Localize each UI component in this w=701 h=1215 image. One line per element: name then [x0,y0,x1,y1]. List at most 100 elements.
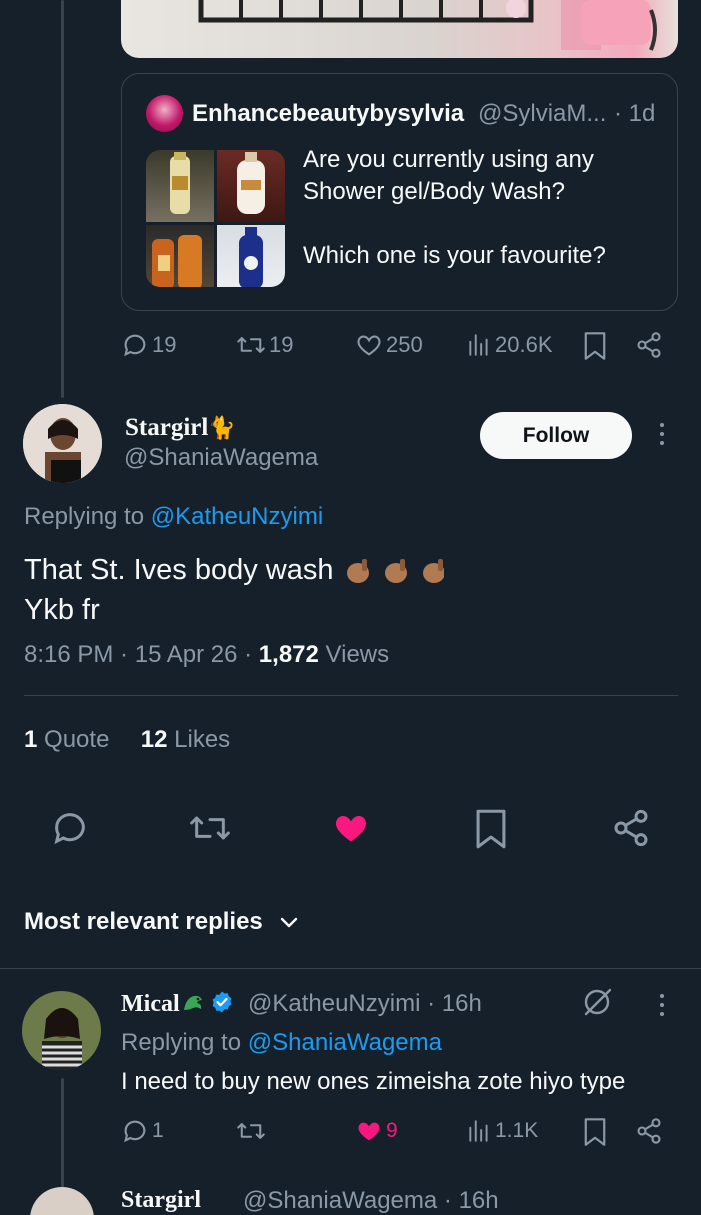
next-reply-author-name[interactable]: Stargirl [121,1187,201,1214]
next-reply-handle-text[interactable]: @ShaniaWagema [243,1187,437,1214]
quoted-media-grid[interactable] [146,150,285,287]
avatar-photo [23,404,102,483]
replying-to-link[interactable]: @ShaniaWagema [248,1029,442,1056]
follow-button[interactable]: Follow [480,412,632,459]
share-icon [637,1118,661,1144]
views-action[interactable]: 20.6K [466,331,553,359]
author-handle[interactable]: @ShaniaWagema [124,444,318,472]
author-avatar[interactable] [23,404,102,483]
bookmark-action[interactable] [582,331,608,361]
slash-circle-icon [584,988,612,1016]
reply-handle-text[interactable]: @KatheuNzyimi [248,990,420,1017]
heart-filled-icon [336,815,366,842]
media-thumb-bottle-2[interactable] [217,150,285,222]
retweet-icon [190,816,230,840]
author-name[interactable]: Stargirl🐈 [125,414,236,442]
tweet-date[interactable]: 15 Apr 26 [135,641,238,668]
reply-action[interactable]: 19 [121,331,176,359]
reply-button[interactable] [50,808,90,853]
grok-icon[interactable] [581,986,615,1023]
cat-emoji: 🐈 [208,415,236,440]
replies-sort-label: Most relevant replies [24,908,263,935]
retweet-action[interactable]: 19 [236,331,293,359]
media-thumb-bottle-1[interactable] [146,150,214,222]
replies-sort-dropdown[interactable]: Most relevant replies [24,908,301,936]
reply-more-options-icon[interactable] [660,994,664,1016]
views-icon [469,334,488,356]
replying-to-link[interactable]: @KatheuNzyimi [151,503,323,530]
retweet-action[interactable] [236,1117,266,1145]
quoted-author-name[interactable]: Enhancebeautybysylvia [192,100,464,128]
media-thumb-bottle-4[interactable] [217,225,285,287]
reply-icon [124,1120,146,1143]
share-icon [614,809,648,847]
reply-actions: 1 9 1.1K [121,1117,678,1149]
quoted-tweet-text: Are you currently using any Shower gel/B… [303,144,663,272]
tweet-text-line: Ykb fr [24,594,100,626]
quoted-author-avatar[interactable] [146,95,183,132]
tweet-meta: 8:16 PM · 15 Apr 26 · 1,872 Views [24,641,390,668]
verified-badge-icon[interactable] [210,990,234,1014]
quoted-author-handle: @SylviaM... [478,100,607,127]
shower-caddy-image [198,0,657,51]
reply-icon [54,813,85,845]
next-reply-handle: @ShaniaWagema · 16h [243,1187,499,1215]
engagement-counts: 1 Quote 12 Likes [24,726,230,754]
retweet-icon [237,1123,265,1139]
views-action[interactable]: 1.1K [466,1117,538,1145]
pinched-fingers-emoji [346,559,444,584]
quotes-link[interactable]: 1 Quote [24,726,109,753]
heart-icon [357,335,381,356]
like-button[interactable] [330,808,372,853]
like-count: 9 [386,1119,398,1142]
next-reply-avatar[interactable] [30,1187,94,1215]
like-action[interactable]: 9 [355,1117,398,1145]
retweet-count: 19 [269,332,294,357]
quoted-tweet-card[interactable]: Enhancebeautybysylvia @SylviaM... · 1d A… [121,73,678,311]
chevron-down-icon [280,917,297,928]
retweet-icon [237,337,265,353]
share-icon [637,332,661,358]
heart-filled-icon [358,1122,380,1141]
views-icon [469,1120,488,1142]
tweet-text-line: That St. Ives body wash [24,554,334,586]
like-action[interactable]: 250 [355,331,423,359]
author-name-text: Stargirl [125,414,209,441]
views-count: 1.1K [495,1119,539,1142]
bottle-image [239,227,263,287]
reply-icon [124,334,146,357]
reply-count: 19 [152,332,177,357]
reply-author-avatar[interactable] [22,991,101,1070]
quotes-label: Quote [44,726,110,753]
reply-count: 1 [152,1119,164,1142]
views-label: Views [325,641,390,668]
quoted-text-line: Which one is your favourite? [303,242,606,269]
bookmark-icon [584,1118,606,1146]
tweet-text: That St. Ives body wash Ykb fr [24,550,444,630]
share-button[interactable] [610,808,652,853]
more-options-icon[interactable] [660,423,664,445]
retweet-button[interactable] [188,808,232,853]
replying-to: Replying to @KatheuNzyimi [24,503,323,531]
bottle-image [237,152,265,214]
avatar-photo [22,991,101,1070]
bookmark-button[interactable] [472,808,510,855]
likes-link[interactable]: 12 Likes [141,726,230,753]
bookmark-action[interactable] [582,1117,608,1147]
reply-action[interactable]: 1 [121,1117,164,1145]
share-action[interactable] [635,331,663,359]
bookmark-icon [476,809,506,849]
dragon-emoji [183,995,202,1010]
parent-tweet-image[interactable] [121,0,678,58]
thread-line [61,0,64,398]
views-count: 20.6K [495,332,553,357]
reply-replying-to: Replying to @ShaniaWagema [121,1029,442,1057]
quoted-tweet-time: · 1d [614,100,656,127]
reply-author-name[interactable]: Mical [121,990,234,1018]
media-thumb-bottle-3[interactable] [146,225,214,287]
share-action[interactable] [635,1117,663,1145]
reply-thread-line [61,1078,64,1188]
next-reply[interactable]: Stargirl @ShaniaWagema · 16h [0,1185,701,1215]
tweet-action-bar [0,808,701,852]
tweet-time[interactable]: 8:16 PM [24,641,113,668]
